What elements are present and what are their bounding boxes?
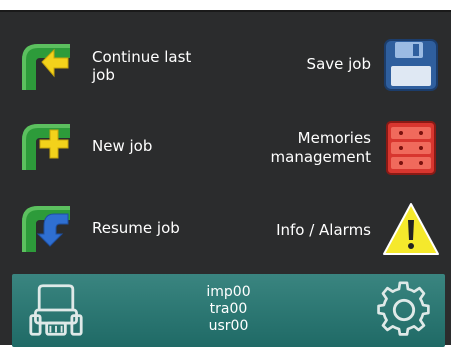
- resume-job-button[interactable]: Resume job: [16, 196, 216, 260]
- main-screen: Continue last job New job Resume job Sav…: [0, 10, 451, 347]
- green-pipe-blue-arrow-icon: [22, 206, 70, 252]
- red-server-rack-icon: [386, 121, 436, 175]
- info-alarms-label: Info / Alarms: [276, 220, 371, 239]
- save-job-label: Save job: [306, 54, 371, 73]
- floppy-disk-icon: [384, 39, 438, 91]
- gear-icon[interactable]: [375, 281, 433, 339]
- new-job-button[interactable]: New job: [16, 114, 216, 178]
- warning-triangle-icon: [383, 203, 439, 255]
- green-pipe-yellow-arrow-icon: [22, 44, 70, 90]
- resume-job-label: Resume job: [92, 219, 180, 237]
- memories-label-line1: Memories: [297, 129, 371, 147]
- green-pipe-plus-icon: [22, 124, 70, 170]
- memories-management-label: Memories management: [271, 129, 371, 167]
- save-job-button[interactable]: Save job: [221, 32, 441, 96]
- memories-label-line2: management: [270, 148, 371, 166]
- new-job-label: New job: [92, 137, 153, 155]
- continue-last-job-button[interactable]: Continue last job: [16, 34, 216, 98]
- continue-last-job-label: Continue last job: [92, 48, 192, 84]
- status-bar: imp00 tra00 usr00: [12, 274, 445, 347]
- info-alarms-button[interactable]: Info / Alarms: [221, 198, 441, 262]
- memories-management-button[interactable]: Memories management: [221, 116, 441, 180]
